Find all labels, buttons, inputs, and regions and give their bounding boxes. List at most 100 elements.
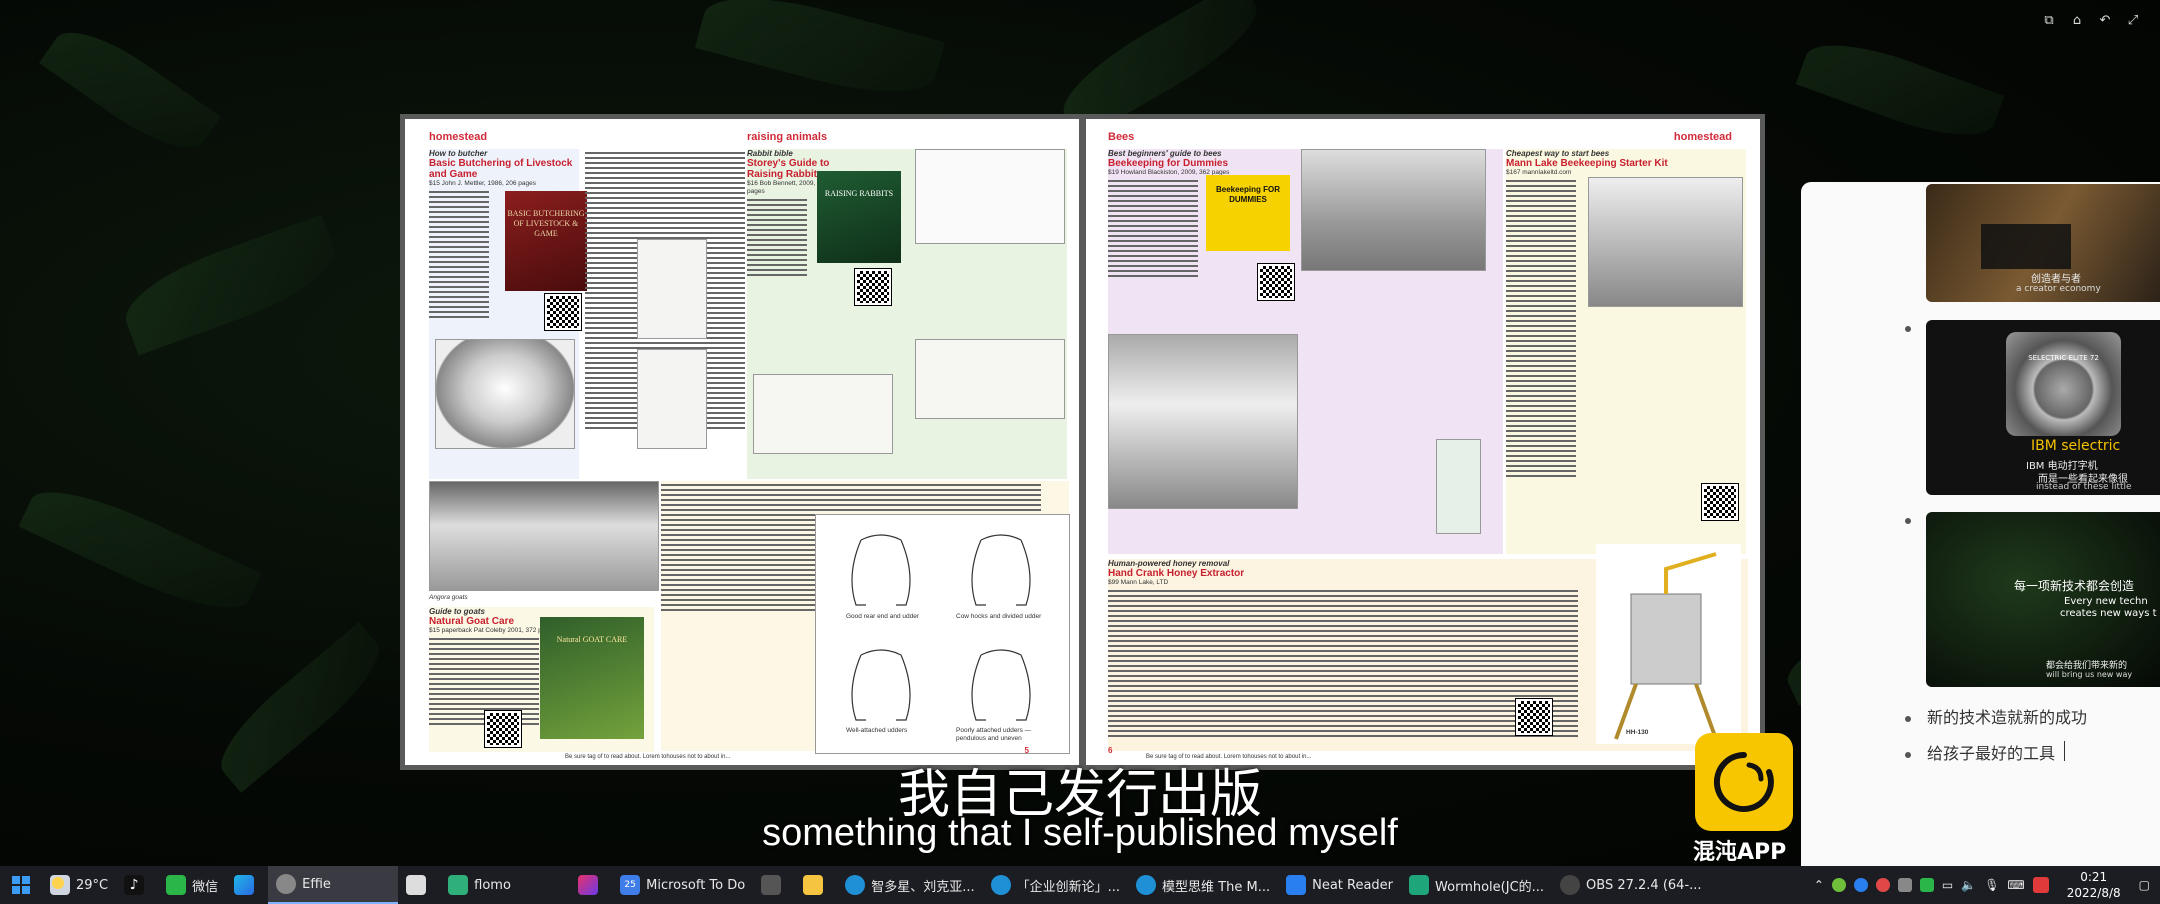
fullscreen-icon[interactable]: ⤢: [2124, 12, 2142, 30]
goat-outline-drawings: [851, 534, 1031, 721]
article-byline: $167 mannlakeltd.com: [1506, 169, 1572, 176]
taskbar-item-effie[interactable]: Effie: [268, 866, 399, 904]
video-thumbnail[interactable]: SELECTRIC ELITE 72 IBM selectric IBM 电动打…: [1926, 320, 2160, 495]
clock-date: 2022/8/8: [2066, 886, 2121, 900]
clock[interactable]: 0:21 2022/8/8: [2067, 869, 2121, 901]
wechat-icon: [166, 875, 187, 895]
goats-photo: [429, 481, 659, 591]
hundun-logo: [1695, 733, 1793, 831]
rabbit-drawing: [915, 149, 1065, 244]
window-controls: ⧉ ⌂ ↶ ⤢: [2040, 12, 2142, 30]
bullet: [1905, 326, 1911, 332]
folder-icon: [803, 875, 824, 895]
wormhole-icon: [1409, 875, 1430, 895]
left-page: homestead raising animals How to butcher…: [405, 119, 1079, 765]
taskbar-item-edge-1[interactable]: 智多星、刘克亚...: [837, 866, 982, 904]
tray-app-icon[interactable]: [1897, 878, 1912, 892]
device-label: SELECTRIC ELITE 72: [2028, 354, 2099, 362]
rabbit-sketch: [637, 239, 707, 339]
edge-app[interactable]: [226, 866, 268, 904]
article-byline: $15 John J. Mettler, 1986, 206 pages: [429, 180, 536, 187]
photo-caption: Angora goats: [429, 594, 468, 601]
effie-icon: [276, 874, 297, 894]
product-label: HH-130: [1626, 729, 1649, 736]
tray-app-icon[interactable]: [1875, 878, 1890, 892]
thumb-caption: IBM selectric: [2031, 438, 2121, 454]
microphone-icon[interactable]: 🎙: [1984, 878, 1999, 892]
edge-icon: [990, 875, 1011, 895]
v-app-icon: [578, 875, 599, 895]
taskbar-item-obs[interactable]: OBS 27.2.4 (64-...: [1552, 866, 1710, 904]
thumb-subtitle: instead of these little: [2036, 482, 2132, 492]
wps-icon[interactable]: [2032, 877, 2049, 893]
video-thumbnail[interactable]: 每一项新技术都会创造 Every new techn creates new w…: [1926, 512, 2160, 687]
system-tray: ⌃ ▭ 🔈 🎙 ⌨ 0:21 2022/8/8 ▢: [1814, 866, 2160, 904]
clock-time: 0:21: [2080, 870, 2108, 884]
app-v[interactable]: [570, 866, 612, 904]
qr-code: [1515, 698, 1553, 736]
qr-code: [1701, 483, 1739, 521]
goat-book-cover: Natural GOAT CARE: [540, 617, 644, 739]
weather-widget[interactable]: 29°C: [42, 866, 116, 904]
right-header-right: homestead: [1673, 131, 1732, 143]
speaker-icon[interactable]: 🔈: [1961, 878, 1976, 892]
edge-icon: [845, 875, 866, 895]
notification-icon[interactable]: ▢: [2139, 878, 2150, 892]
hive-hands-photo: [1108, 334, 1298, 509]
right-header: Bees: [1108, 131, 1135, 143]
bullet: [1905, 518, 1911, 524]
udder-caption: Poorly attached udders — pendulous and u…: [956, 727, 1032, 742]
qr-code: [1257, 263, 1295, 301]
butchering-book-cover: BASIC BUTCHERING OF LIVESTOCK & GAME: [505, 191, 587, 291]
tray-app-icon[interactable]: [1831, 878, 1846, 892]
logo-text: 混沌APP: [1693, 840, 1787, 865]
network-icon[interactable]: ▭: [1942, 878, 1953, 892]
taskbar-item-todo[interactable]: 25 Microsoft To Do: [612, 866, 753, 904]
rabbits-book-cover: RAISING RABBITS: [817, 171, 901, 263]
rabbit-drawing-2: [753, 374, 893, 454]
hive-box-photo: [1301, 149, 1486, 271]
udder-caption: Good rear end and udder: [846, 613, 919, 620]
taskbar-item-flomo[interactable]: flomo: [440, 866, 570, 904]
taskbar-item-edge-2[interactable]: 「企业创新论」...: [983, 866, 1128, 904]
udder-diagrams: Good rear end and udder Cow hocks and di…: [815, 514, 1070, 754]
dummies-book-cover: Beekeeping FOR DUMMIES: [1206, 175, 1290, 251]
list-item[interactable]: 新的技术造就新的成功: [1905, 704, 2087, 728]
file-explorer[interactable]: [795, 866, 837, 904]
rabbit-nest-drawing: [915, 339, 1065, 419]
home-icon[interactable]: ⌂: [2068, 12, 2086, 30]
tray-app-icon[interactable]: [1853, 878, 1868, 892]
starter-kit-photo: [1588, 177, 1743, 307]
honey-extractor-photo: HH-130: [1596, 544, 1741, 744]
thumb-caption: 每一项新技术都会创造: [2014, 579, 2135, 593]
article-title: Basic Butchering of Livestock and Game: [429, 158, 573, 180]
edge-icon: [234, 875, 255, 895]
taskbar-item-wormhole[interactable]: Wormhole(JC的...: [1401, 866, 1552, 904]
taskbar-item-neat-reader[interactable]: Neat Reader: [1278, 866, 1401, 904]
tiktok-app[interactable]: ♪: [116, 866, 158, 904]
weather-temp: 29°C: [76, 877, 109, 893]
logo-icon: [1713, 751, 1774, 812]
taskbar-item-edge-3[interactable]: 模型思维 The M...: [1128, 866, 1278, 904]
chevron-up-icon[interactable]: ⌃: [1814, 878, 1824, 892]
cube-icon: [406, 875, 427, 895]
typewriter-ball-image: SELECTRIC ELITE 72: [2006, 332, 2121, 436]
start-button[interactable]: [0, 866, 42, 904]
input-method-icon[interactable]: ⌨: [2007, 878, 2024, 892]
app-cube[interactable]: [398, 866, 440, 904]
neat-reader-icon: [1286, 875, 1307, 895]
thumb-subtitle: creates new ways t: [2060, 608, 2157, 619]
qr-code: [854, 268, 892, 306]
tray-app-icon[interactable]: [1919, 878, 1934, 892]
back-icon[interactable]: ↶: [2096, 12, 2114, 30]
article-title: Mann Lake Beekeeping Starter Kit: [1506, 158, 1668, 169]
app-screen[interactable]: [753, 866, 795, 904]
taskbar-item-wechat[interactable]: 微信: [158, 866, 226, 904]
thumb-subtitle: will bring us new way: [2046, 670, 2133, 679]
left-header-right: raising animals: [747, 131, 828, 143]
video-thumbnail[interactable]: 创造者与者 a creator economy: [1926, 184, 2160, 302]
todo-icon: 25: [620, 875, 641, 895]
taskbar: 29°C ♪ 微信 Effie flomo 25 Microsoft To Do …: [0, 866, 2160, 904]
pip-icon[interactable]: ⧉: [2040, 12, 2058, 30]
flomo-icon: [448, 875, 469, 895]
